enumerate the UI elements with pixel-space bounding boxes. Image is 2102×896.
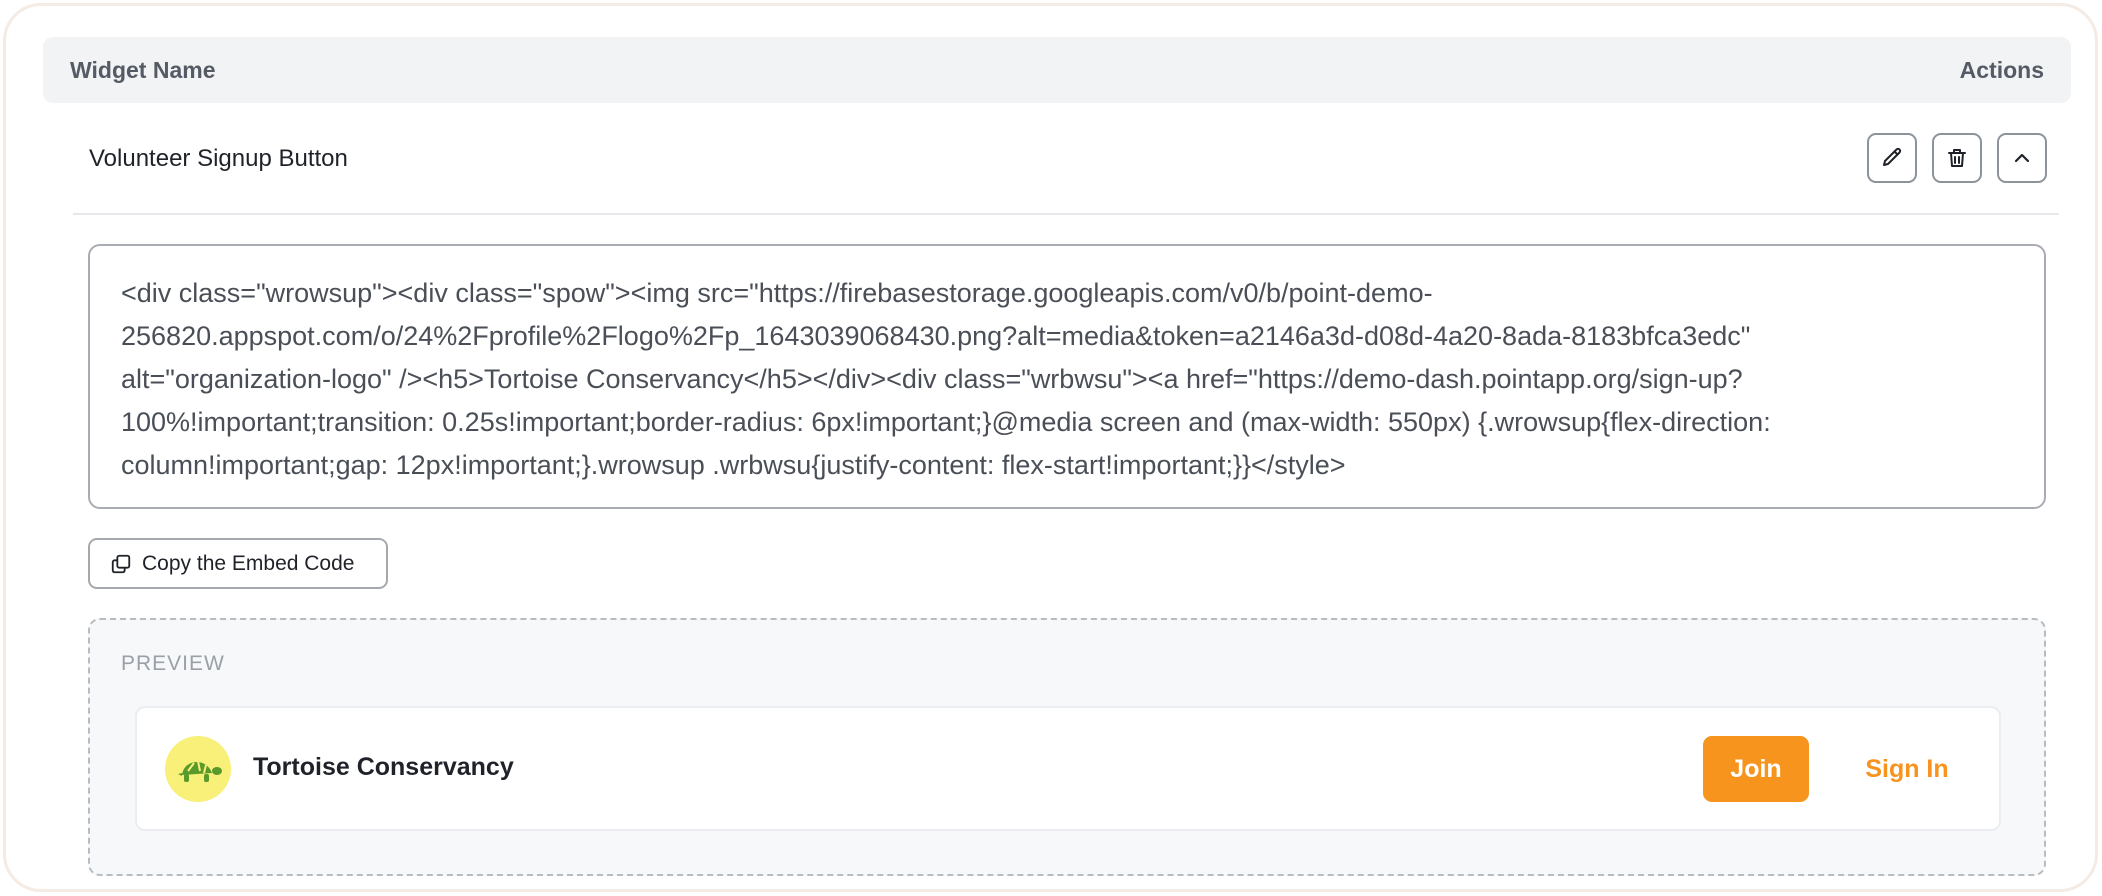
preview-label: PREVIEW	[121, 652, 225, 675]
copy-icon	[111, 554, 131, 573]
organization-logo	[165, 736, 231, 802]
widget-name: Volunteer Signup Button	[89, 145, 348, 172]
pencil-icon	[1883, 147, 1902, 166]
trash-icon	[1948, 149, 1966, 167]
widget-panel: Widget Name Actions Volunteer Signup But…	[3, 3, 2098, 892]
copy-embed-code-button[interactable]: Copy the Embed Code	[88, 538, 388, 589]
embed-code-textarea[interactable]: <div class="wrowsup"><div class="spow"><…	[88, 244, 2046, 509]
embed-code-line: column!important;gap: 12px!important;}.w…	[121, 450, 1346, 480]
copy-button-label: Copy the Embed Code	[142, 551, 355, 575]
table-row: Volunteer Signup Button	[73, 133, 2059, 215]
column-header-widget-name: Widget Name	[70, 56, 216, 83]
preview-area: PREVIEW Tortoise Conservancy Join Sign I…	[88, 618, 2046, 876]
embed-code-line: alt="organization-logo" /><h5>Tortoise C…	[121, 364, 1743, 394]
sign-in-link[interactable]: Sign In	[1857, 736, 1957, 802]
embed-code-line: <div class="wrowsup"><div class="spow"><…	[121, 278, 1433, 308]
join-button[interactable]: Join	[1703, 736, 1809, 802]
row-actions	[1867, 133, 2047, 183]
embed-code-line: 100%!important;transition: 0.25s!importa…	[121, 407, 1771, 437]
tortoise-icon	[178, 760, 222, 782]
embed-code-line: 256820.appspot.com/o/24%2Fprofile%2Flogo…	[121, 321, 1751, 351]
delete-button[interactable]	[1932, 133, 1982, 183]
preview-widget-card: Tortoise Conservancy Join Sign In	[135, 706, 2001, 831]
edit-button[interactable]	[1867, 133, 1917, 183]
table-header: Widget Name Actions	[43, 37, 2071, 103]
column-header-actions: Actions	[1959, 56, 2044, 83]
collapse-button[interactable]	[1997, 133, 2047, 183]
chevron-up-icon	[2014, 153, 2030, 163]
organization-name: Tortoise Conservancy	[253, 753, 514, 781]
